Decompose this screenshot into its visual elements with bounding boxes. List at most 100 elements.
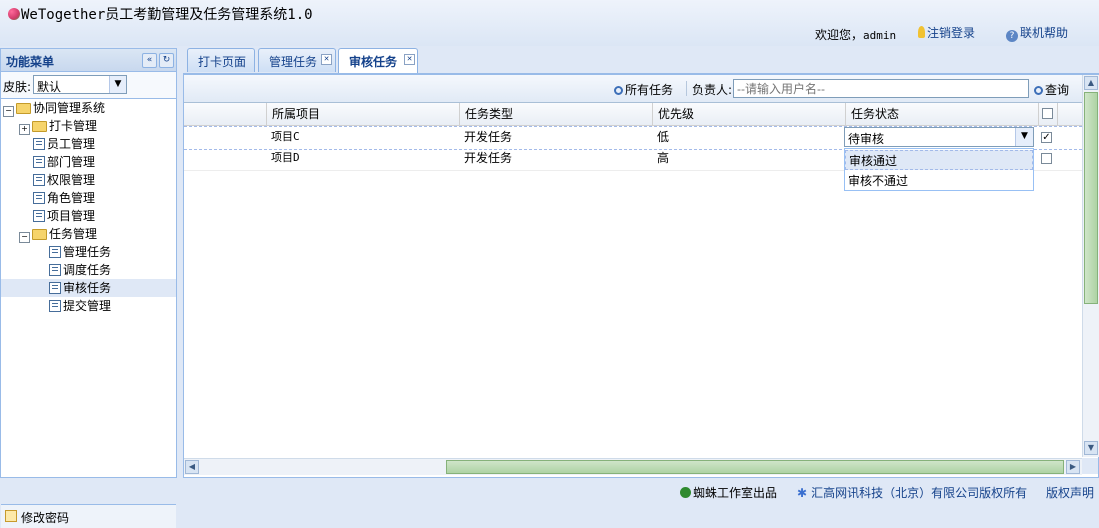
tree-label: 任务管理 xyxy=(49,227,98,241)
tree-node-tasks[interactable]: − 任务管理 xyxy=(3,225,176,243)
page-icon xyxy=(33,156,45,168)
tree-node-roles[interactable]: 角色管理 xyxy=(3,189,176,207)
tree-node-departments[interactable]: 部门管理 xyxy=(3,153,176,171)
close-icon[interactable]: ✕ xyxy=(321,54,332,65)
collapse-toggle-icon[interactable]: − xyxy=(19,232,30,243)
page-icon xyxy=(33,138,45,150)
tree-label: 权限管理 xyxy=(47,173,96,187)
scroll-left-icon[interactable]: ◀ xyxy=(185,460,199,474)
function-menu-panel: 功能菜单 « ↻ 皮肤: 默认 ▼ − 协同管理系统 + 打卡管理 员工管理 部门管… xyxy=(0,48,177,528)
horizontal-scroll-thumb[interactable] xyxy=(446,460,1064,474)
all-tasks-button[interactable]: 所有任务 xyxy=(614,81,673,98)
tab-manage-tasks[interactable]: 管理任务 ✕ xyxy=(258,48,336,72)
menu-tree: − 协同管理系统 + 打卡管理 员工管理 部门管理 权限管理 角色管理 项目管理 −… xyxy=(1,99,176,315)
tree-label: 调度任务 xyxy=(63,263,112,277)
expand-toggle-icon[interactable]: + xyxy=(19,124,30,135)
refresh-icon[interactable]: ↻ xyxy=(159,53,174,68)
column-header-label: 任务类型 xyxy=(465,107,514,121)
cell-type: 开发任务 xyxy=(464,130,513,144)
studio-logo-icon xyxy=(680,487,691,498)
logo-icon xyxy=(8,8,20,20)
app-title-text: WeTogether员工考勤管理及任务管理系统1.0 xyxy=(21,7,313,23)
cell-project: 项目C xyxy=(271,130,300,143)
copyright-link[interactable]: 版权声明 xyxy=(1046,484,1094,501)
horizontal-scrollbar[interactable]: ◀ ▶ xyxy=(184,458,1082,475)
help-icon: ? xyxy=(1006,30,1018,42)
column-header-label: 优先级 xyxy=(658,107,695,121)
footer: 蜘蛛工作室出品 ✱ 汇高网讯科技（北京）有限公司版权所有 版权声明 xyxy=(0,480,1099,500)
cell-priority: 高 xyxy=(657,151,670,165)
tree-node-employees[interactable]: 员工管理 xyxy=(3,135,176,153)
tree-node-schedule-tasks[interactable]: 调度任务 xyxy=(3,261,176,279)
status-option-approved[interactable]: 审核通过 xyxy=(845,150,1033,170)
skin-select[interactable]: 默认 ▼ xyxy=(33,75,127,94)
page-icon xyxy=(33,210,45,222)
logout-label: 注销登录 xyxy=(927,26,976,40)
page-icon xyxy=(49,246,61,258)
tree-label: 协同管理系统 xyxy=(33,101,106,115)
column-header-label: 任务状态 xyxy=(851,107,900,121)
scroll-right-icon[interactable]: ▶ xyxy=(1066,460,1080,474)
tab-review-tasks[interactable]: 审核任务 ✕ xyxy=(338,48,418,73)
grid-header: 所属项目 任务类型 优先级 任务状态 xyxy=(184,103,1082,126)
search-icon xyxy=(1034,86,1043,95)
row-checkbox[interactable]: ✓ xyxy=(1041,132,1052,143)
tree-node-submissions[interactable]: 提交管理 xyxy=(3,297,176,315)
row-checkbox[interactable] xyxy=(1041,153,1052,164)
column-header-project[interactable]: 所属项目 xyxy=(266,103,459,125)
footer-studio: 蜘蛛工作室出品 xyxy=(680,484,777,501)
tree-label: 部门管理 xyxy=(47,155,96,169)
cell-project: 项目D xyxy=(271,151,300,164)
page-icon xyxy=(33,192,45,204)
skin-label: 皮肤: xyxy=(3,80,32,94)
query-label: 查询 xyxy=(1045,83,1070,97)
scroll-down-icon[interactable]: ▼ xyxy=(1084,441,1098,455)
query-button[interactable]: 查询 xyxy=(1034,81,1069,98)
tree-node-manage-tasks[interactable]: 管理任务 xyxy=(3,243,176,261)
chevron-down-icon[interactable]: ▼ xyxy=(1015,128,1033,146)
footer-company: ✱ 汇高网讯科技（北京）有限公司版权所有 xyxy=(797,484,1027,501)
tree-node-review-tasks[interactable]: 审核任务 xyxy=(1,279,176,297)
chevron-down-icon[interactable]: ▼ xyxy=(109,76,126,93)
vertical-scroll-thumb[interactable] xyxy=(1084,92,1098,304)
vertical-scrollbar[interactable]: ▲ ▼ xyxy=(1082,75,1099,457)
skin-value: 默认 xyxy=(37,80,62,94)
collapse-toggle-icon[interactable]: − xyxy=(3,106,14,117)
function-menu-header: 功能菜单 « ↻ xyxy=(1,49,176,72)
owner-input[interactable] xyxy=(733,79,1029,98)
welcome-prefix: 欢迎您， xyxy=(815,28,864,42)
folder-open-icon xyxy=(32,229,47,240)
tree-node-projects[interactable]: 项目管理 xyxy=(3,207,176,225)
column-header-status[interactable]: 任务状态 xyxy=(845,103,1038,125)
tree-label: 员工管理 xyxy=(47,137,96,151)
change-password-button[interactable]: 修改密码 xyxy=(1,504,176,528)
function-menu-title: 功能菜单 xyxy=(6,55,55,69)
close-icon[interactable]: ✕ xyxy=(404,54,415,65)
edit-icon xyxy=(5,510,17,522)
tree-node-attendance[interactable]: + 打卡管理 xyxy=(3,117,176,135)
all-tasks-label: 所有任务 xyxy=(625,83,674,97)
logout-link[interactable]: 注销登录 xyxy=(918,24,975,41)
help-label: 联机帮助 xyxy=(1020,26,1069,40)
scroll-up-icon[interactable]: ▲ xyxy=(1084,76,1098,90)
folder-open-icon xyxy=(16,103,31,114)
column-header-priority[interactable]: 优先级 xyxy=(652,103,845,125)
page-icon xyxy=(33,174,45,186)
studio-text: 蜘蛛工作室出品 xyxy=(693,486,778,500)
status-combo[interactable]: 待审核 ▼ xyxy=(844,127,1034,147)
column-header-type[interactable]: 任务类型 xyxy=(459,103,652,125)
change-password-label: 修改密码 xyxy=(21,511,70,525)
toolbar-separator xyxy=(686,81,687,96)
status-option-rejected[interactable]: 审核不通过 xyxy=(845,171,1033,191)
column-header-select xyxy=(1038,103,1058,125)
collapse-icon[interactable]: « xyxy=(142,53,157,68)
tab-clock-in[interactable]: 打卡页面 xyxy=(187,48,255,72)
tree-node-permissions[interactable]: 权限管理 xyxy=(3,171,176,189)
status-dropdown-list: 审核通过 审核不通过 xyxy=(844,148,1034,191)
tree-node-root[interactable]: − 协同管理系统 xyxy=(3,99,176,117)
tab-bar: 打卡页面 管理任务 ✕ 审核任务 ✕ xyxy=(183,46,1099,74)
status-value: 待审核 xyxy=(848,132,885,146)
key-icon xyxy=(918,26,925,38)
help-link[interactable]: ? 联机帮助 xyxy=(1006,24,1068,42)
select-all-checkbox[interactable] xyxy=(1042,108,1053,119)
